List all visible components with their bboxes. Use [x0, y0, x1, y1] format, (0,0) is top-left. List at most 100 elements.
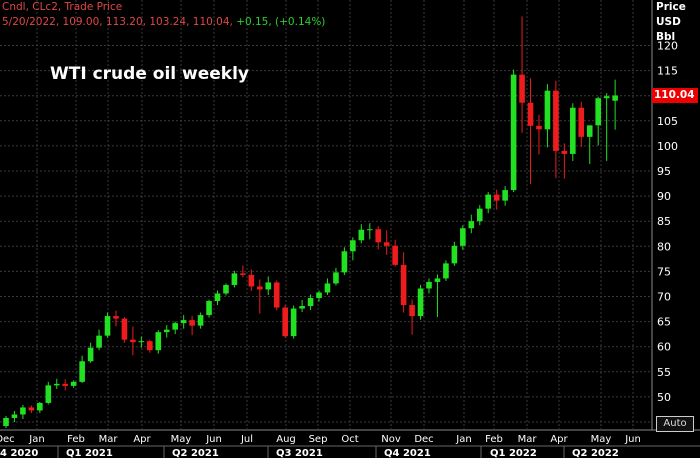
candle-body: [79, 361, 85, 382]
candle: [392, 239, 398, 267]
candle: [62, 379, 69, 391]
candle: [612, 79, 618, 130]
candle: [400, 252, 407, 313]
quarter-label: Q1 2021: [66, 448, 113, 458]
month-tick-label: May: [171, 434, 192, 445]
y-tick-label: 115: [657, 65, 678, 78]
y-tick-label: 100: [657, 140, 678, 153]
month-tick-label: Jan: [28, 434, 44, 445]
month-tick-label: Jul: [240, 434, 253, 445]
candle: [28, 405, 35, 413]
candle-body: [561, 150, 568, 154]
candle: [350, 237, 356, 261]
candle-body: [510, 74, 517, 191]
candle: [358, 224, 365, 244]
candle-body: [37, 402, 43, 411]
chart-window: 4550556065707580859095100105110115120 De…: [0, 0, 700, 458]
candle: [3, 415, 9, 429]
candle-body: [358, 229, 365, 241]
ohlc-readout: 5/20/2022, 109.00, 113.20, 103.24, 110.0…: [2, 15, 325, 30]
candle-body: [307, 298, 314, 307]
candle: [79, 355, 85, 383]
candle: [113, 310, 119, 327]
candle: [333, 267, 339, 286]
y-tick-label: 55: [657, 366, 671, 379]
candle: [485, 192, 492, 214]
candle: [87, 342, 94, 363]
candle-body: [333, 272, 339, 284]
candle: [468, 214, 475, 234]
y-tick-label: 85: [657, 215, 671, 228]
candle-body: [223, 284, 229, 294]
candle: [223, 283, 229, 296]
candle: [282, 305, 288, 338]
candle-body: [172, 323, 178, 330]
candle-body: [443, 263, 449, 279]
candle: [11, 410, 18, 422]
quarter-label: Q4 2021: [384, 448, 431, 458]
quarter-label: Q1 2022: [490, 448, 537, 458]
candle-body: [282, 307, 288, 337]
candle-body: [113, 316, 119, 319]
auto-scale-button[interactable]: Auto: [656, 416, 694, 432]
candle-body: [375, 229, 382, 243]
candle-body: [231, 273, 238, 285]
candle: [409, 299, 415, 335]
y-tick-label: 75: [657, 265, 671, 278]
candle: [451, 241, 458, 266]
candle-body: [493, 194, 500, 201]
y-tick-label: 65: [657, 316, 671, 329]
candle-body: [324, 283, 331, 293]
candle-body: [290, 308, 297, 337]
quote-header: Cndl, CLc2, Trade Price 5/20/2022, 109.0…: [2, 0, 325, 30]
candle-body: [460, 228, 466, 246]
candle-body: [104, 316, 111, 336]
candle-body: [180, 320, 187, 324]
candle-body: [214, 293, 221, 302]
month-tick-label: Nov: [381, 434, 401, 445]
y-tick-label: 60: [657, 341, 671, 354]
candle-body: [299, 306, 305, 309]
candle: [476, 205, 483, 226]
candle: [603, 93, 610, 161]
ohlc-values: 5/20/2022, 109.00, 113.20, 103.24, 110.0…: [2, 16, 237, 28]
candle-body: [70, 381, 77, 386]
month-tick-label: Dec: [0, 434, 15, 445]
candle: [561, 143, 568, 179]
candle: [434, 274, 441, 318]
candle: [189, 316, 195, 336]
y-tick-label: 90: [657, 190, 671, 203]
candle-body: [570, 107, 576, 154]
candle: [519, 16, 525, 133]
candle-body: [53, 383, 60, 386]
candle: [147, 339, 153, 353]
candle-body: [527, 102, 534, 126]
candle: [510, 69, 517, 193]
candle-body: [426, 281, 432, 289]
candle: [214, 290, 221, 306]
candle: [104, 312, 111, 338]
candle-body: [20, 407, 26, 415]
candle-body: [350, 240, 356, 252]
candle: [20, 404, 26, 419]
last-price-marker: 110.04: [652, 87, 698, 103]
y-tick-label: 80: [657, 240, 671, 253]
month-tick-label: Dec: [414, 434, 433, 445]
candle: [595, 96, 601, 146]
candle-body: [316, 292, 322, 299]
candle-body: [3, 417, 9, 427]
candle: [273, 280, 280, 311]
candle-body: [121, 318, 128, 340]
candle: [417, 284, 424, 320]
candle: [163, 325, 170, 338]
candle-body: [138, 341, 145, 343]
candle-body: [45, 385, 52, 403]
candle-body: [366, 229, 373, 231]
candle: [248, 269, 255, 291]
candle: [502, 186, 508, 206]
y-tick-label: 95: [657, 165, 671, 178]
candle: [586, 125, 593, 164]
candle-body: [400, 264, 407, 306]
candle: [180, 315, 187, 329]
candle: [45, 381, 52, 405]
